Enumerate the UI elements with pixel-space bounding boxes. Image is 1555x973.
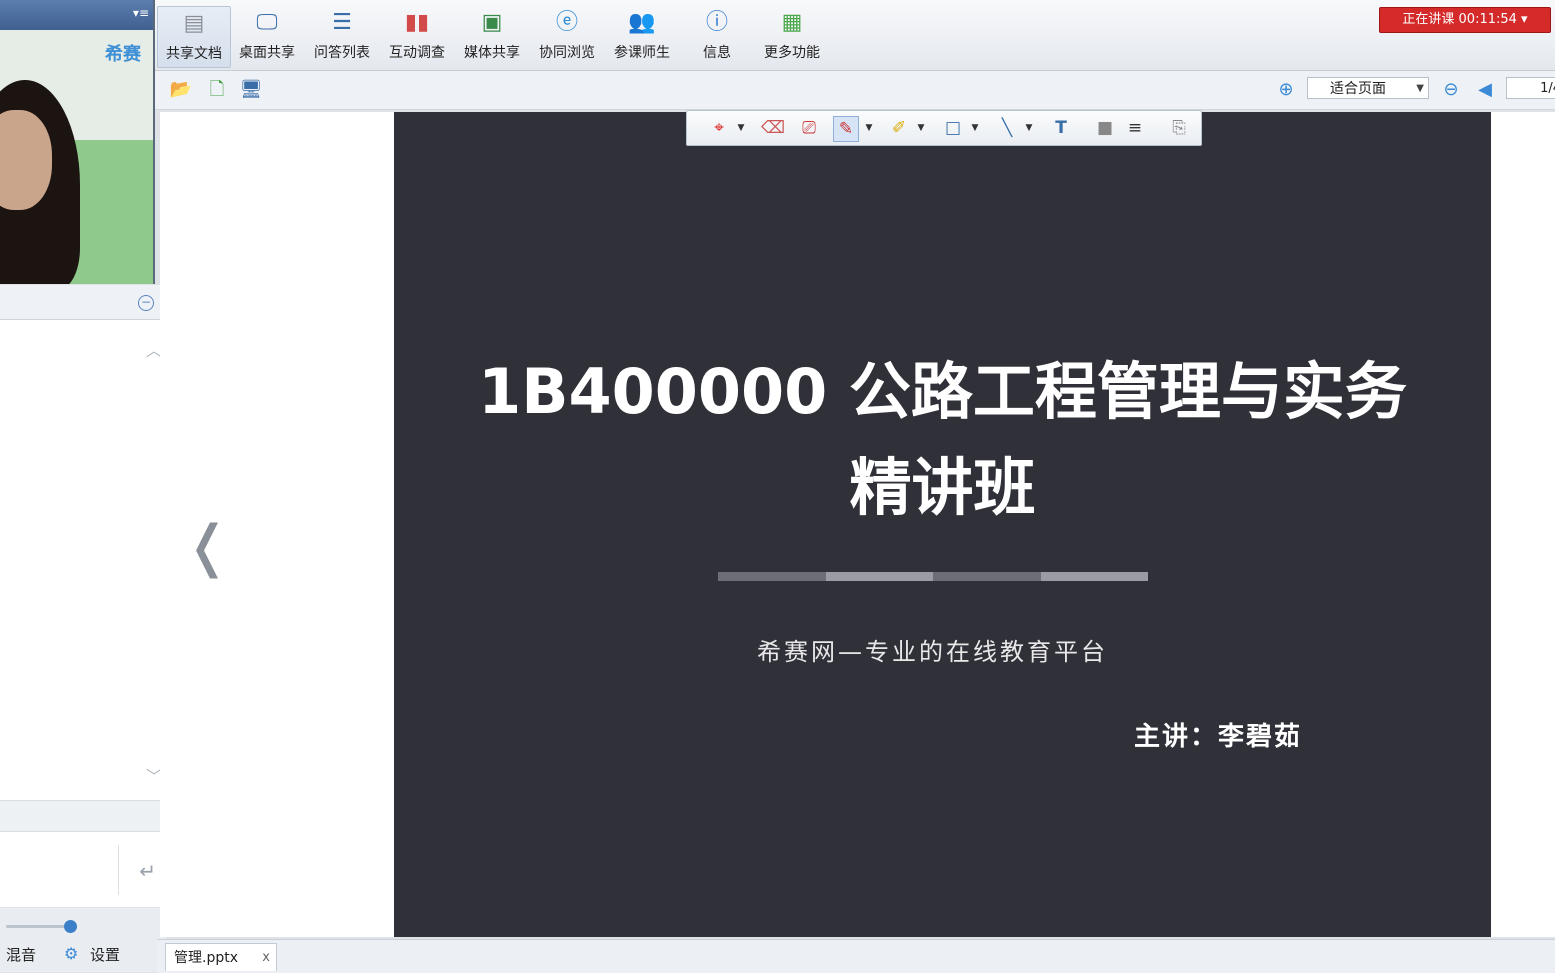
chevron-down-icon[interactable]: ▼ [729,116,753,140]
info-button[interactable]: ⓘ 信息 [681,6,753,66]
share-document-button[interactable]: ▤ 共享文档 [157,6,231,68]
qa-list-icon: ☰ [332,10,352,35]
info-icon: ⓘ [705,10,728,35]
slide-title-line-2: 精讲班 [849,451,1036,524]
zoom-select[interactable]: 适合页面 ▼ [1307,77,1429,99]
audio-controls: 混音 ⚙ 设置 [0,908,166,972]
open-folder-icon[interactable]: 📂 [169,78,193,102]
line-width-icon[interactable]: ≡ [1123,116,1147,140]
settings-button[interactable]: 设置 [90,944,120,965]
document-viewer: ❬ 1B400000 公路工程管理与实务 精讲班 希赛网—专业的在线教育平台 主… [160,112,1555,937]
fill-color-icon[interactable]: ■ [1093,116,1117,140]
volume-slider[interactable] [6,925,72,928]
document-icon: ▤ [183,11,205,36]
rectangle-icon[interactable]: □ [941,116,965,140]
slide: 1B400000 公路工程管理与实务 精讲班 希赛网—专业的在线教育平台 主讲：… [394,112,1491,937]
close-icon[interactable]: x [262,944,270,972]
browser-icon: ⓔ [555,10,578,35]
monitor-icon: 🖵 [256,10,278,35]
main-toolbar: ▤ 共享文档 🖵 桌面共享 ☰ 问答列表 ▮▮ 互动调查 ▣ 媒体共享 ⓔ 协同… [155,0,1555,71]
document-toolbar: 📂 🗋 🖥 ⊕ 适合页面 ▼ ⊖ ◀ 1/4 [155,71,1555,110]
chevron-down-icon[interactable]: ▼ [857,116,881,140]
bar-chart-icon: ▮▮ [404,10,430,35]
gear-icon[interactable]: ⚙ [64,944,78,963]
collapse-icon[interactable]: − [138,295,154,311]
slide-title: 1B400000 公路工程管理与实务 精讲班 [394,344,1491,536]
menu-icon[interactable]: ▾≡ [133,6,149,20]
copy-icon[interactable]: ⎘ [1167,116,1191,140]
send-icon[interactable]: ↵ [139,859,156,883]
slide-divider-bar [718,572,1148,581]
co-browse-button[interactable]: ⓔ 协同浏览 [531,6,603,66]
document-tab[interactable]: 管理.pptx x [165,943,277,971]
media-icon: ▣ [481,10,503,35]
clear-annotations-icon[interactable]: ⎚ [797,116,821,140]
mix-button[interactable]: 混音 [6,944,36,965]
zoom-in-icon[interactable]: ⊕ [1274,78,1298,102]
line-icon[interactable]: ╲ [995,116,1019,140]
users-icon: 👥 [628,10,656,35]
eraser-icon[interactable]: ⌫ [761,116,785,140]
chevron-down-icon: ▼ [1416,83,1424,94]
presenter-video: 希赛 ▾≡ [0,0,155,284]
participants-button[interactable]: 👥 参课师生 [606,6,678,66]
chat-divider [0,800,166,832]
chevron-down-icon[interactable]: ▼ [1017,116,1041,140]
highlighter-icon[interactable]: ✐ [887,116,911,140]
text-tool-icon[interactable]: T [1049,116,1073,140]
live-status-button[interactable]: 正在讲课 00:11:54 ▾ [1379,7,1551,33]
pen-icon[interactable]: ✎ [833,116,859,142]
chat-panel-header: − [0,285,166,320]
document-tab-bar: 管理.pptx x [157,939,1555,973]
chevron-down-icon[interactable]: ▼ [909,116,933,140]
previous-page-icon[interactable]: ◀ [1473,78,1497,102]
slide-title-line-1: 1B400000 公路工程管理与实务 [478,355,1407,428]
annotation-toolbar: ⌖ ▼ ⌫ ⎚ ✎ ▼ ✐ ▼ □ ▼ ╲ ▼ T ■ ≡ ⎘ [686,110,1202,146]
page-number-field[interactable]: 1/4 [1506,77,1555,99]
add-document-icon[interactable]: 🗋 [205,78,229,102]
desktop-share-button[interactable]: 🖵 桌面共享 [231,6,303,66]
chat-panel: − ︿ ﹀ ↵ [0,285,167,907]
media-share-button[interactable]: ▣ 媒体共享 [456,6,528,66]
screen-capture-icon[interactable]: 🖥 [239,78,263,102]
survey-button[interactable]: ▮▮ 互动调查 [381,6,453,66]
more-features-button[interactable]: ▦ 更多功能 [756,6,828,66]
laser-pointer-icon[interactable]: ⌖ [707,116,731,140]
slide-subtitle: 希赛网—专业的在线教育平台 [757,638,1108,666]
qa-list-button[interactable]: ☰ 问答列表 [306,6,378,66]
chevron-down-icon[interactable]: ▼ [963,116,987,140]
slide-presenter: 主讲：李碧茹 [1134,722,1303,752]
apps-grid-icon: ▦ [781,10,803,35]
zoom-out-icon[interactable]: ⊖ [1439,78,1463,102]
brand-logo: 希赛 [105,44,141,65]
video-titlebar [0,0,153,30]
volume-slider-knob[interactable] [64,920,77,933]
previous-slide-icon[interactable]: ❬ [184,517,231,577]
